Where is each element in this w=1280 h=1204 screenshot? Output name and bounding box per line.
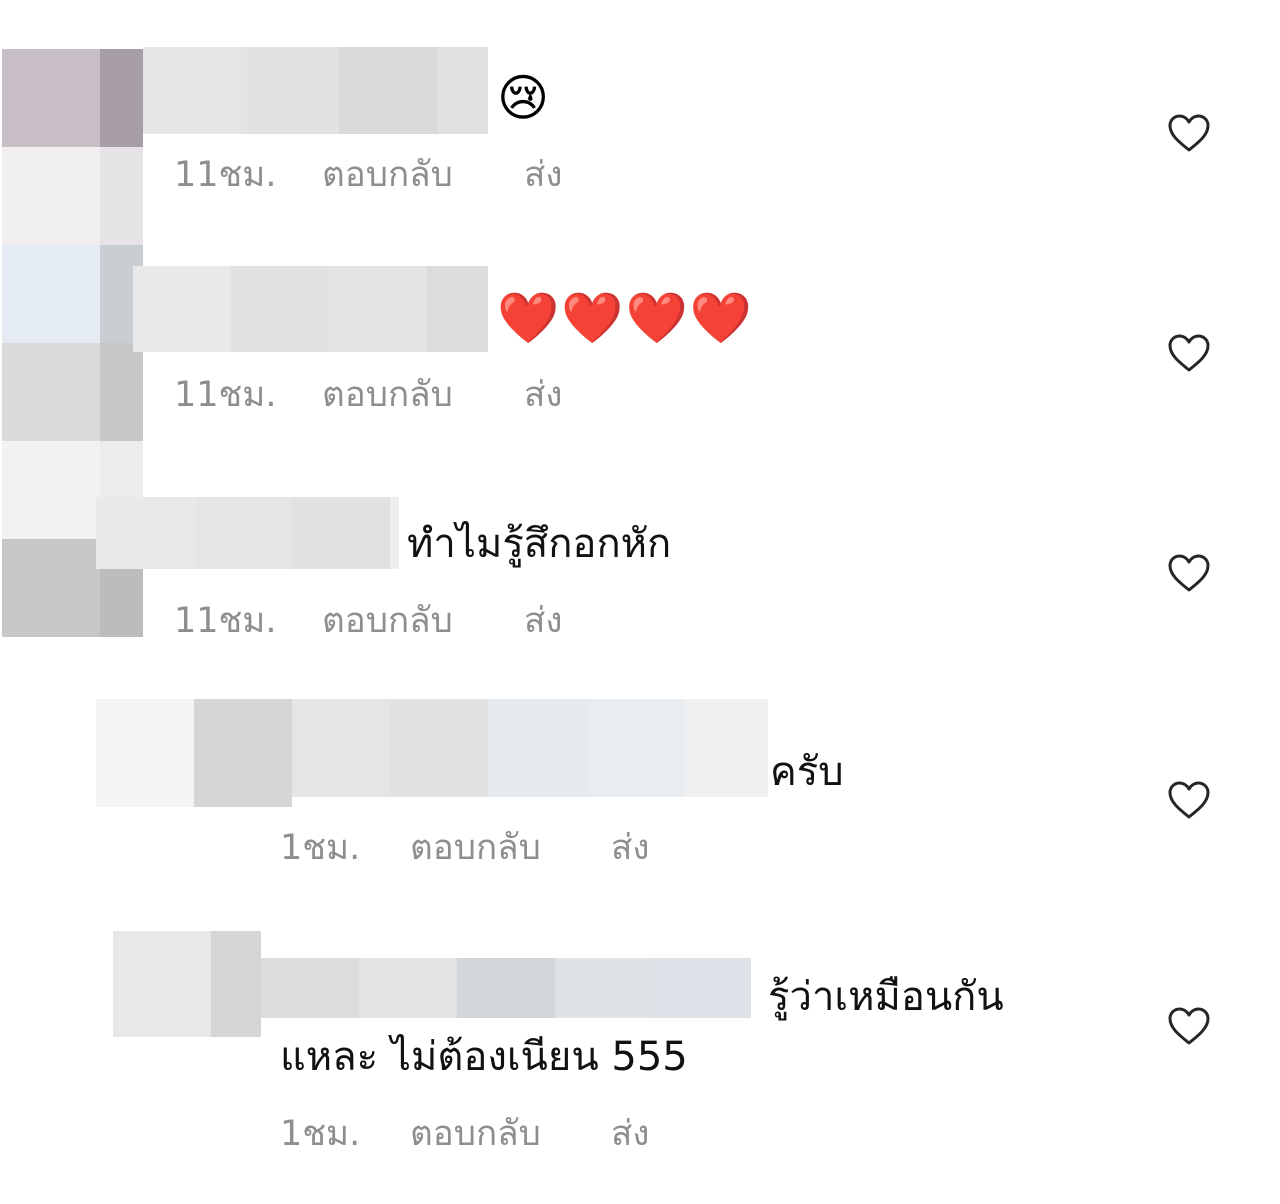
- comment-time: 11ชม.: [174, 155, 277, 195]
- avatar-pixel: [96, 699, 194, 807]
- avatar-pixel: [2, 539, 100, 637]
- comment-time: 1ชม.: [280, 1114, 361, 1154]
- avatar-pixel: [100, 49, 143, 147]
- avatar-pixel: [2, 343, 100, 441]
- username-pixel: [96, 497, 194, 569]
- username-pixel: [488, 699, 586, 797]
- send-button[interactable]: ส่ง: [524, 155, 562, 195]
- username-pixel: [653, 958, 751, 1018]
- comment-text: ครับ: [770, 749, 844, 795]
- heart-outline-icon: [1168, 334, 1210, 372]
- comment-time: 1ชม.: [280, 828, 361, 868]
- heart-outline-icon: [1168, 114, 1210, 152]
- avatar-pixel: [113, 931, 211, 1037]
- comment-emoji: 😢: [497, 69, 550, 127]
- avatar-pixel: [100, 343, 143, 441]
- username-pixel: [133, 266, 231, 352]
- reply-button[interactable]: ตอบกลับ: [322, 155, 453, 195]
- username-pixel: [292, 699, 390, 797]
- reply-button[interactable]: ตอบกลับ: [322, 601, 453, 641]
- reply-button[interactable]: ตอบกลับ: [410, 828, 541, 868]
- username-pixel: [427, 266, 488, 352]
- username-pixel: [231, 266, 329, 352]
- username-pixel: [390, 699, 488, 797]
- comment-time: 11ชม.: [174, 601, 277, 641]
- like-button[interactable]: [1167, 333, 1211, 373]
- like-button[interactable]: [1167, 1006, 1211, 1046]
- comment-text-line2: แหละ ไม่ต้องเนียน 555: [280, 1034, 688, 1080]
- heart-outline-icon: [1168, 781, 1210, 819]
- username-pixel: [390, 497, 399, 569]
- like-button[interactable]: [1167, 113, 1211, 153]
- send-button[interactable]: ส่ง: [524, 375, 562, 415]
- avatar-pixel: [2, 441, 100, 539]
- avatar-pixel: [2, 147, 100, 245]
- username-pixel: [292, 497, 390, 569]
- comment-text: ทำไมรู้สึกอกหัก: [407, 521, 672, 567]
- reply-button[interactable]: ตอบกลับ: [410, 1114, 541, 1154]
- username-pixel: [555, 958, 653, 1018]
- like-button[interactable]: [1167, 780, 1211, 820]
- username-pixel: [339, 47, 437, 134]
- avatar-pixel: [211, 931, 261, 1037]
- username-pixel: [143, 47, 241, 134]
- username-pixel: [457, 958, 555, 1018]
- username-pixel: [359, 958, 457, 1018]
- comment-emoji: ❤️❤️❤️❤️: [497, 289, 755, 347]
- username-pixel: [261, 958, 359, 1018]
- comment-time: 11ชม.: [174, 375, 277, 415]
- username-pixel: [437, 47, 488, 134]
- comment-text: รู้ว่าเหมือนกัน: [768, 974, 1004, 1020]
- avatar-pixel: [2, 245, 100, 343]
- avatar-pixel: [100, 147, 143, 245]
- send-button[interactable]: ส่ง: [524, 601, 562, 641]
- username-pixel: [329, 266, 427, 352]
- send-button[interactable]: ส่ง: [611, 1114, 649, 1154]
- username-pixel: [586, 699, 684, 797]
- like-button[interactable]: [1167, 553, 1211, 593]
- username-pixel: [241, 47, 339, 134]
- avatar-pixel: [194, 699, 292, 807]
- avatar-pixel: [2, 49, 100, 147]
- username-pixel: [684, 699, 768, 797]
- username-pixel: [194, 497, 292, 569]
- heart-outline-icon: [1168, 1007, 1210, 1045]
- heart-outline-icon: [1168, 554, 1210, 592]
- send-button[interactable]: ส่ง: [611, 828, 649, 868]
- reply-button[interactable]: ตอบกลับ: [322, 375, 453, 415]
